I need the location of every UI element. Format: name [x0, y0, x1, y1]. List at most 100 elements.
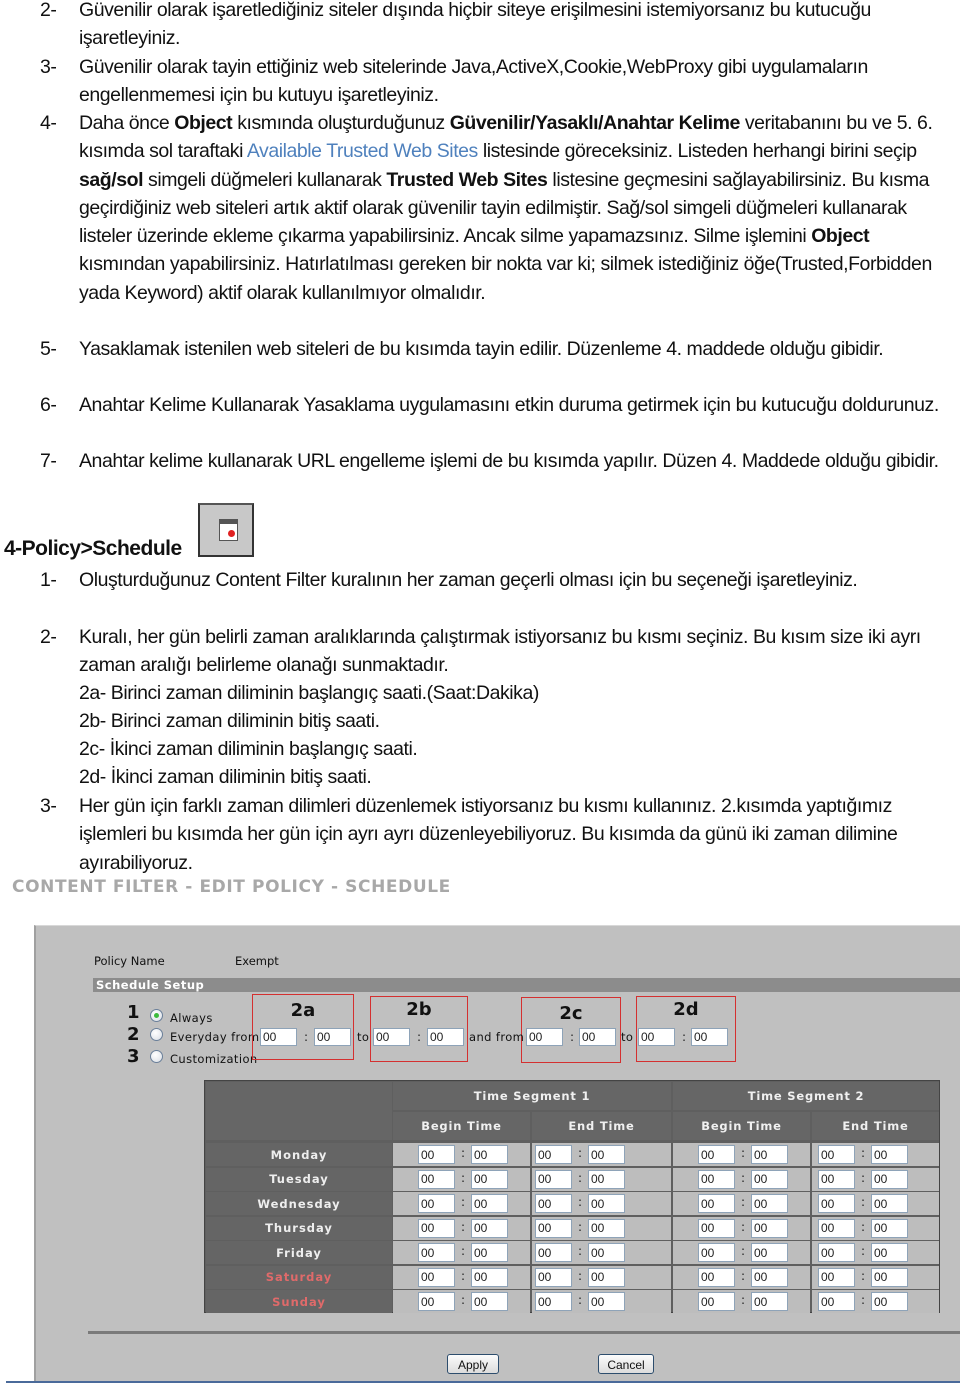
- hour-input[interactable]: [698, 1218, 735, 1238]
- hour-input[interactable]: [535, 1194, 572, 1213]
- minute-input[interactable]: [588, 1292, 625, 1311]
- table-corner: [206, 1082, 392, 1140]
- everyday-from1-minute[interactable]: [314, 1028, 351, 1046]
- time-cell: :: [532, 1265, 671, 1289]
- time-cell: :: [393, 1167, 530, 1191]
- time-cell: :: [393, 1192, 530, 1215]
- colon: :: [578, 1195, 583, 1209]
- time-cell: :: [532, 1241, 671, 1264]
- cancel-button[interactable]: Cancel: [598, 1354, 654, 1374]
- time-cell: :: [393, 1241, 530, 1264]
- hour-input[interactable]: [535, 1169, 572, 1189]
- everyday-to2-hour[interactable]: [638, 1028, 675, 1046]
- minute-input[interactable]: [871, 1218, 908, 1238]
- everyday-from1-hour[interactable]: [260, 1028, 297, 1046]
- colon: :: [578, 1244, 583, 1258]
- hour-input[interactable]: [698, 1194, 735, 1213]
- hour-input[interactable]: [698, 1292, 735, 1311]
- radio-customization[interactable]: [150, 1050, 163, 1063]
- hour-input[interactable]: [818, 1169, 855, 1189]
- hour-input[interactable]: [818, 1194, 855, 1213]
- minute-input[interactable]: [588, 1194, 625, 1213]
- minute-input[interactable]: [871, 1169, 908, 1189]
- day-label: Sunday: [206, 1290, 392, 1313]
- minute-input[interactable]: [871, 1243, 908, 1262]
- hour-input[interactable]: [698, 1267, 735, 1287]
- minute-input[interactable]: [471, 1169, 508, 1189]
- hour-input[interactable]: [818, 1145, 855, 1164]
- time-cell: :: [673, 1143, 810, 1166]
- hour-input[interactable]: [818, 1243, 855, 1262]
- minute-input[interactable]: [751, 1169, 788, 1189]
- radio-always[interactable]: [150, 1009, 163, 1022]
- and-from-label: and from: [469, 1030, 525, 1044]
- hour-input[interactable]: [535, 1145, 572, 1164]
- day-label: Saturday: [206, 1265, 392, 1289]
- everyday-to2-minute[interactable]: [691, 1028, 728, 1046]
- minute-input[interactable]: [751, 1145, 788, 1164]
- hour-input[interactable]: [818, 1292, 855, 1311]
- hour-input[interactable]: [418, 1194, 455, 1213]
- minute-input[interactable]: [588, 1218, 625, 1238]
- hour-input[interactable]: [535, 1267, 572, 1287]
- hour-input[interactable]: [698, 1169, 735, 1189]
- everyday-from2-minute[interactable]: [579, 1028, 616, 1046]
- minute-input[interactable]: [751, 1267, 788, 1287]
- text-run: listesinde göreceksiniz. Listeden herhan…: [477, 140, 917, 163]
- everyday-to1-minute[interactable]: [427, 1028, 464, 1046]
- hour-input[interactable]: [535, 1218, 572, 1238]
- minute-input[interactable]: [471, 1243, 508, 1262]
- time-cell: :: [393, 1143, 530, 1166]
- day-label: Friday: [206, 1241, 392, 1264]
- hour-input[interactable]: [418, 1218, 455, 1238]
- hour-input[interactable]: [418, 1292, 455, 1311]
- hour-input[interactable]: [698, 1243, 735, 1262]
- minute-input[interactable]: [871, 1145, 908, 1164]
- text-run: simgeli düğmeleri kullanarak: [143, 168, 387, 191]
- minute-input[interactable]: [471, 1292, 508, 1311]
- colon: :: [741, 1146, 746, 1160]
- minute-input[interactable]: [751, 1218, 788, 1238]
- minute-input[interactable]: [751, 1243, 788, 1262]
- minute-input[interactable]: [871, 1194, 908, 1213]
- colon: :: [461, 1244, 466, 1258]
- minute-input[interactable]: [751, 1292, 788, 1311]
- apply-button[interactable]: Apply: [447, 1354, 499, 1374]
- minute-input[interactable]: [751, 1194, 788, 1213]
- minute-input[interactable]: [471, 1145, 508, 1164]
- hour-input[interactable]: [818, 1267, 855, 1287]
- hour-input[interactable]: [698, 1145, 735, 1164]
- radio-everyday[interactable]: [150, 1028, 163, 1041]
- everyday-label: Everyday from: [170, 1030, 260, 1044]
- list-text: Güvenilir olarak işaretlediğiniz siteler…: [79, 0, 954, 53]
- hour-input[interactable]: [535, 1243, 572, 1262]
- minute-input[interactable]: [588, 1145, 625, 1164]
- hour-input[interactable]: [418, 1145, 455, 1164]
- list-number: 2-: [40, 0, 57, 21]
- always-label: Always: [170, 1011, 213, 1025]
- minute-input[interactable]: [471, 1194, 508, 1213]
- colon: :: [741, 1244, 746, 1258]
- colon: :: [861, 1268, 866, 1283]
- time-cell: :: [673, 1241, 810, 1264]
- list-number: 1-: [40, 569, 57, 591]
- list-number: 3-: [40, 795, 57, 817]
- hour-input[interactable]: [418, 1169, 455, 1189]
- sub-item-2c: 2c- İkinci zaman diliminin başlangıç saa…: [79, 738, 418, 760]
- minute-input[interactable]: [471, 1218, 508, 1238]
- minute-input[interactable]: [871, 1292, 908, 1311]
- minute-input[interactable]: [588, 1169, 625, 1189]
- everyday-to1-hour[interactable]: [373, 1028, 410, 1046]
- minute-input[interactable]: [588, 1243, 625, 1262]
- hour-input[interactable]: [535, 1292, 572, 1311]
- minute-input[interactable]: [871, 1267, 908, 1287]
- hour-input[interactable]: [418, 1267, 455, 1287]
- minute-input[interactable]: [588, 1267, 625, 1287]
- minute-input[interactable]: [471, 1267, 508, 1287]
- hour-input[interactable]: [418, 1243, 455, 1262]
- list-text: Anahtar kelime kullanarak URL engelleme …: [79, 447, 954, 475]
- hour-input[interactable]: [818, 1218, 855, 1238]
- time-cell: :: [532, 1192, 671, 1215]
- time-cell: :: [532, 1143, 671, 1166]
- everyday-from2-hour[interactable]: [526, 1028, 563, 1046]
